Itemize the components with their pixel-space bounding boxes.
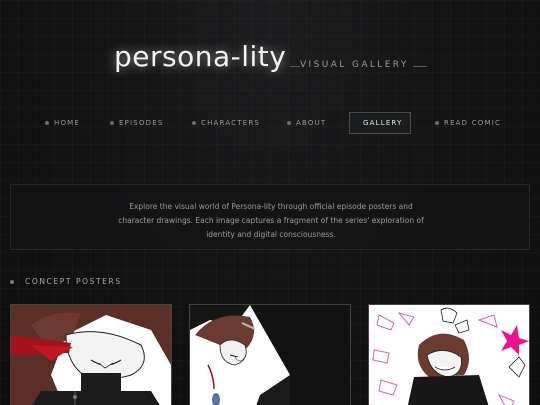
site-subtitle: VISUAL GALLERY (300, 60, 409, 70)
section-dot-icon (10, 279, 14, 284)
poster-card-2[interactable] (189, 304, 351, 405)
poster-image-1 (11, 305, 171, 405)
nav-read-comic-label: READ COMIC (444, 119, 502, 127)
section-title-label: CONCEPT POSTERS (25, 277, 122, 286)
poster-card-3[interactable] (368, 304, 530, 405)
nav-gallery[interactable]: GALLERY (349, 112, 411, 134)
subtitle-line-left (290, 66, 300, 67)
subtitle-line-right (413, 66, 427, 67)
nav-dot-icon (110, 121, 114, 125)
section-heading: CONCEPT POSTERS (10, 277, 122, 286)
poster-card-1[interactable] (10, 304, 172, 405)
nav-dot-icon (192, 121, 196, 125)
intro-panel: Explore the visual world of Persona-lity… (10, 184, 530, 250)
site-header: persona-lity VISUAL GALLERY (0, 40, 540, 84)
nav-episodes[interactable]: EPISODES (110, 112, 164, 134)
nav-about-label: ABOUT (296, 119, 327, 127)
intro-text: Explore the visual world of Persona-lity… (118, 202, 424, 239)
nav-characters-label: CHARACTERS (201, 119, 261, 127)
poster-image-2 (190, 305, 350, 405)
main-nav: HOME EPISODES CHARACTERS ABOUT GALLERY R… (0, 112, 540, 134)
nav-read-comic[interactable]: READ COMIC (435, 112, 501, 134)
nav-dot-icon (435, 121, 439, 125)
nav-home-label: HOME (54, 119, 81, 127)
nav-dot-icon (287, 121, 291, 125)
nav-gallery-label: GALLERY (363, 119, 403, 127)
nav-characters[interactable]: CHARACTERS (192, 112, 260, 134)
nav-dot-icon (45, 121, 49, 125)
nav-about[interactable]: ABOUT (287, 112, 326, 134)
nav-episodes-label: EPISODES (119, 119, 164, 127)
nav-home[interactable]: HOME (45, 112, 80, 134)
site-logo[interactable]: persona-lity (114, 40, 286, 73)
poster-image-3 (369, 305, 529, 405)
